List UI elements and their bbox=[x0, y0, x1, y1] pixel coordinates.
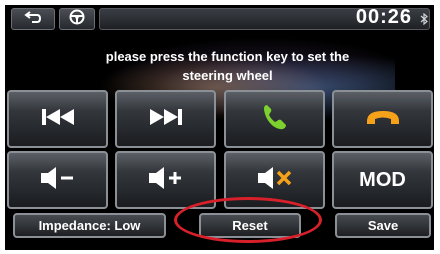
impedance-label: Impedance: Low bbox=[38, 218, 141, 233]
volume-up-icon bbox=[147, 166, 185, 195]
next-track-button[interactable] bbox=[115, 90, 216, 148]
back-arrow-icon bbox=[24, 10, 42, 28]
mute-icon bbox=[256, 166, 294, 195]
top-bar: 00:26 bbox=[5, 5, 434, 33]
mode-button[interactable]: MOD bbox=[332, 151, 433, 209]
save-button[interactable]: Save bbox=[335, 213, 431, 238]
mute-button[interactable] bbox=[224, 151, 325, 209]
next-track-icon bbox=[149, 108, 183, 131]
volume-down-icon bbox=[39, 166, 77, 195]
mode-label: MOD bbox=[359, 168, 406, 191]
answer-call-icon bbox=[260, 102, 290, 137]
steering-wheel-button[interactable] bbox=[59, 8, 95, 30]
steering-wheel-icon bbox=[69, 9, 85, 30]
head-unit-screen: 00:26 please press the function key to s… bbox=[5, 5, 434, 250]
hang-up-button[interactable] bbox=[332, 90, 433, 148]
previous-track-button[interactable] bbox=[7, 90, 108, 148]
save-label: Save bbox=[367, 218, 399, 233]
clock: 00:26 bbox=[355, 6, 412, 28]
impedance-button[interactable]: Impedance: Low bbox=[13, 213, 166, 238]
volume-up-button[interactable] bbox=[115, 151, 216, 209]
reset-label: Reset bbox=[232, 218, 268, 233]
volume-down-button[interactable] bbox=[7, 151, 108, 209]
bluetooth-icon bbox=[420, 12, 428, 30]
instruction-line-2: steering wheel bbox=[182, 68, 273, 83]
answer-call-button[interactable] bbox=[224, 90, 325, 148]
instruction-message: please press the function key to set the… bbox=[75, 47, 380, 85]
back-button[interactable] bbox=[11, 8, 55, 30]
reset-button[interactable]: Reset bbox=[199, 213, 301, 238]
instruction-line-1: please press the function key to set the bbox=[105, 49, 350, 64]
previous-track-icon bbox=[41, 108, 75, 131]
hang-up-icon bbox=[365, 107, 401, 132]
